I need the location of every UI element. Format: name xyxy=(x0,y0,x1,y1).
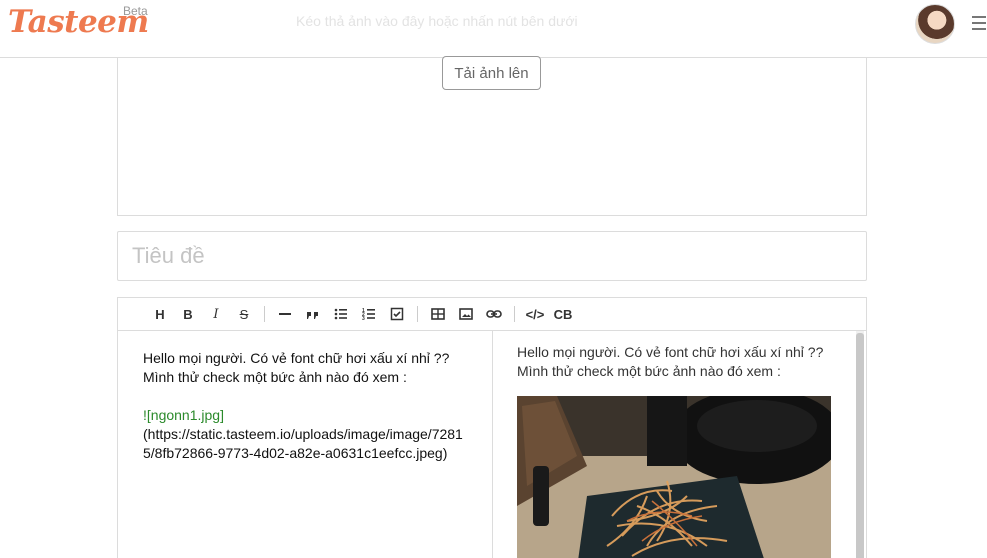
table-icon xyxy=(431,308,445,320)
toolbar-divider xyxy=(417,306,418,322)
numbered-list-icon: 123 xyxy=(362,308,375,321)
preview-line: Mình thử check một bức ảnh nào đó xem : xyxy=(517,363,781,379)
quote-icon xyxy=(307,312,318,319)
image-url-text: (https://static.tasteem.io/uploads/image… xyxy=(143,426,463,461)
link-icon xyxy=(486,310,502,318)
horizontal-rule-icon xyxy=(279,313,291,315)
editor-toolbar: H B I S 123 </> CB xyxy=(118,298,866,331)
link-button[interactable] xyxy=(480,302,508,326)
quote-button[interactable] xyxy=(299,302,327,326)
task-list-button[interactable] xyxy=(383,302,411,326)
toolbar-divider xyxy=(264,306,265,322)
editor-panes: Hello mọi người. Có vẻ font chữ hơi xấu … xyxy=(118,331,866,558)
hamburger-menu-icon[interactable] xyxy=(972,16,986,30)
upload-hint-text: Kéo thả ảnh vào đây hoặc nhấn nút bên dư… xyxy=(296,13,578,29)
source-line: Hello mọi người. Có vẻ font chữ hơi xấu … xyxy=(143,350,450,366)
upload-image-button[interactable]: Tải ảnh lên xyxy=(442,56,541,90)
checkbox-icon xyxy=(390,307,404,321)
food-photo xyxy=(517,396,831,558)
strikethrough-button[interactable]: S xyxy=(230,302,258,326)
beta-badge: Beta xyxy=(123,4,148,18)
top-header: Tasteem Beta Kéo thả ảnh vào đây hoặc nh… xyxy=(0,0,987,58)
user-avatar[interactable] xyxy=(915,4,955,44)
horizontal-rule-button[interactable] xyxy=(271,302,299,326)
italic-button[interactable]: I xyxy=(202,302,230,326)
source-line: Mình thử check một bức ảnh nào đó xem : xyxy=(143,369,407,385)
code-block-button[interactable]: CB xyxy=(549,302,577,326)
heading-button[interactable]: H xyxy=(146,302,174,326)
toolbar-divider xyxy=(514,306,515,322)
bold-button[interactable]: B xyxy=(174,302,202,326)
image-icon xyxy=(459,308,473,320)
bullet-list-icon xyxy=(334,308,347,320)
title-input[interactable] xyxy=(117,231,867,281)
svg-text:3: 3 xyxy=(362,316,365,321)
inline-code-button[interactable]: </> xyxy=(521,302,549,326)
preview-food-image xyxy=(517,396,831,558)
markdown-editor: H B I S 123 </> CB Hello mọi người. Có v… xyxy=(117,297,867,558)
preview-line: Hello mọi người. Có vẻ font chữ hơi xấu … xyxy=(517,344,824,360)
markdown-preview-pane: Hello mọi người. Có vẻ font chữ hơi xấu … xyxy=(493,331,866,558)
numbered-list-button[interactable]: 123 xyxy=(355,302,383,326)
preview-scrollbar[interactable] xyxy=(856,331,864,558)
markdown-source-pane[interactable]: Hello mọi người. Có vẻ font chữ hơi xấu … xyxy=(118,331,493,558)
image-button[interactable] xyxy=(452,302,480,326)
scrollbar-thumb[interactable] xyxy=(856,333,864,558)
bullet-list-button[interactable] xyxy=(327,302,355,326)
table-button[interactable] xyxy=(424,302,452,326)
image-markdown-tag: ![ngonn1.jpg] xyxy=(143,407,224,423)
